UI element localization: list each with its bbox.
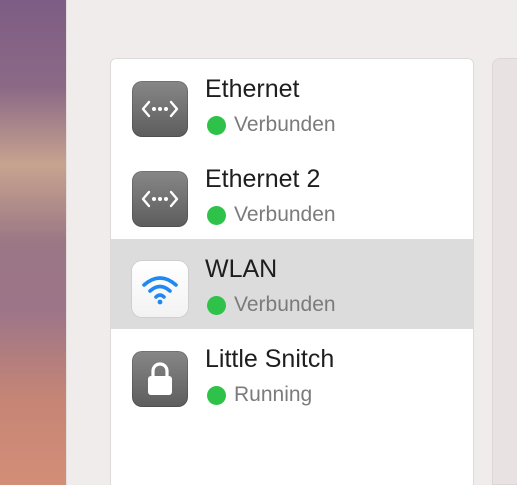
status-text: Verbunden bbox=[234, 293, 336, 316]
ethernet-icon bbox=[132, 171, 188, 227]
service-name: WLAN bbox=[205, 255, 278, 283]
status-dot-icon bbox=[207, 205, 226, 225]
service-name: Ethernet bbox=[205, 75, 300, 103]
status-dot-icon bbox=[207, 295, 226, 315]
status-text: Verbunden bbox=[234, 203, 336, 226]
ethernet-icon bbox=[132, 81, 188, 137]
service-status: Verbunden bbox=[207, 113, 336, 137]
service-status: Verbunden bbox=[207, 203, 336, 227]
lock-icon bbox=[132, 351, 188, 407]
service-status: Running bbox=[207, 383, 312, 407]
status-dot-icon bbox=[207, 115, 226, 135]
desktop-background bbox=[0, 0, 66, 485]
service-name: Ethernet 2 bbox=[205, 165, 321, 193]
status-text: Verbunden bbox=[234, 113, 336, 136]
service-status: Verbunden bbox=[207, 293, 336, 317]
wifi-icon bbox=[132, 261, 188, 317]
service-item-wlan[interactable]: WLAN Verbunden bbox=[111, 239, 473, 329]
detail-panel bbox=[492, 58, 517, 485]
status-dot-icon bbox=[207, 385, 226, 405]
network-service-list: Ethernet Verbunden Ethernet 2 Verbunden bbox=[110, 58, 474, 485]
status-text: Running bbox=[234, 383, 313, 406]
service-item-ethernet[interactable]: Ethernet Verbunden bbox=[111, 59, 473, 149]
service-item-ethernet-2[interactable]: Ethernet 2 Verbunden bbox=[111, 149, 473, 239]
service-name: Little Snitch bbox=[205, 345, 335, 373]
service-item-little-snitch[interactable]: Little Snitch Running bbox=[111, 329, 473, 419]
